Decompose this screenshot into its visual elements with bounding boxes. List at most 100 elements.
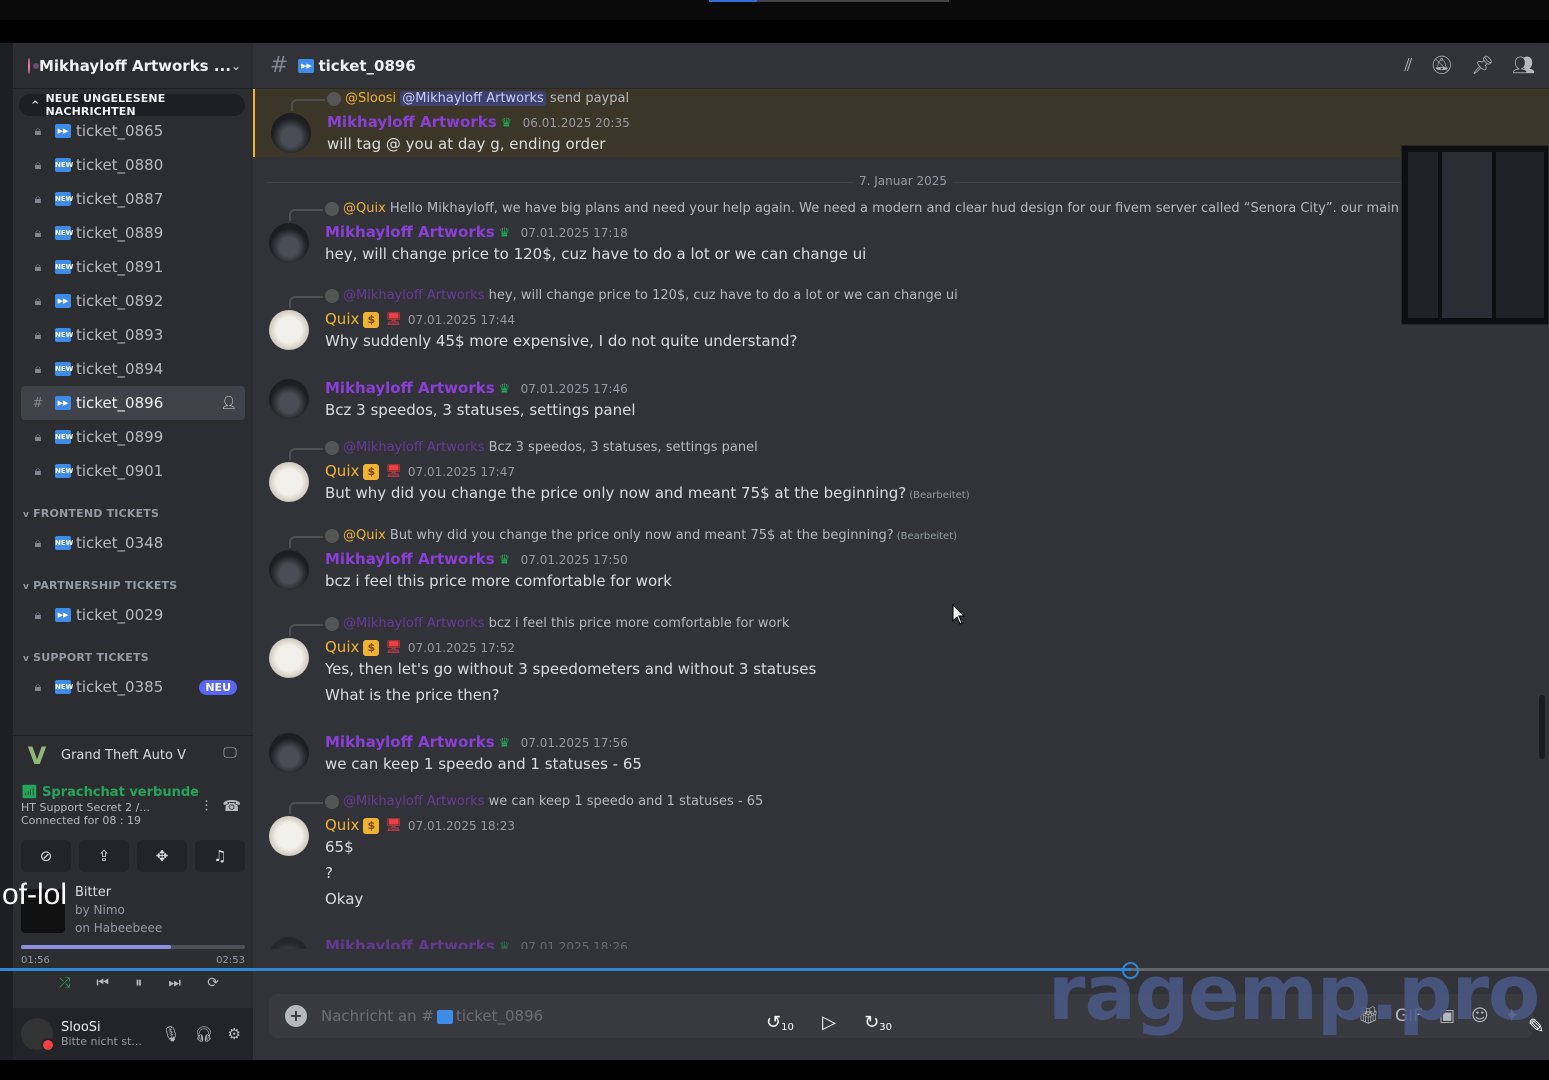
channel-item[interactable]: 🔒︎ NEW ticket_0894 <box>21 352 245 386</box>
category-frontend[interactable]: v FRONTEND TICKETS <box>21 488 245 526</box>
screen-share-button[interactable]: ⇪ <box>79 840 129 872</box>
message-author[interactable]: Mikhayloff Artworks ♛ 07.01.2025 17:18 <box>325 223 628 241</box>
reply-text: we can keep 1 speedo and 1 statuses - 65 <box>488 794 764 809</box>
channel-item[interactable]: 🔒︎ NEW ticket_0893 <box>21 318 245 352</box>
microphone-icon[interactable]: 🎙︎ <box>161 1025 180 1043</box>
attach-plus-icon[interactable]: + <box>285 1005 307 1027</box>
avatar[interactable] <box>269 550 309 590</box>
reply-reference[interactable]: @Quix Hello Mikhayloff, we have big plan… <box>289 201 1504 221</box>
message[interactable]: @Quix Hello Mikhayloff, we have big plan… <box>253 199 1549 269</box>
tab-indicator <box>709 0 757 2</box>
username[interactable]: SlooSi <box>61 1020 142 1035</box>
message[interactable]: @Mikhayloff Artworks we can keep 1 speed… <box>253 792 1549 916</box>
composer-placeholder[interactable]: Nachricht an # ticket_0896 <box>321 1007 543 1025</box>
avatar[interactable] <box>21 1018 55 1052</box>
channel-name: ticket_0894 <box>76 360 164 378</box>
avatar[interactable] <box>269 223 309 263</box>
message-author[interactable]: Quix $ 🖥︎ 07.01.2025 17:47 <box>325 462 515 480</box>
next-icon[interactable]: ⏭ <box>168 975 181 991</box>
lock-icon: 🔒︎ <box>34 430 42 445</box>
game-name: Grand Theft Auto V <box>61 748 186 763</box>
screen-share-preview[interactable] <box>1401 145 1549 325</box>
message-author[interactable]: Quix $ 🖥︎ 07.01.2025 17:52 <box>325 638 515 656</box>
gta-v-logo-icon: V <box>27 741 47 770</box>
gear-icon[interactable]: ⚙ <box>228 1025 241 1043</box>
add-member-icon[interactable]: 👤︎ <box>220 396 237 411</box>
channel-item[interactable]: 🔒︎ ▶▶ ticket_0029 <box>21 598 245 632</box>
rewind-icon[interactable]: ↺10 <box>766 1012 794 1033</box>
avatar[interactable] <box>269 638 309 678</box>
notifications-muted-icon[interactable]: 🔕︎ <box>1430 55 1453 76</box>
message-highlighted[interactable]: @Sloosi @Mikhayloff Artworks send paypal… <box>253 89 1549 157</box>
message[interactable]: @Quix But why did you change the price o… <box>253 526 1549 596</box>
category-support[interactable]: v SUPPORT TICKETS <box>21 632 245 670</box>
message[interactable]: Mikhayloff Artworks ♛ 07.01.2025 17:56 we … <box>253 729 1549 779</box>
threads-icon[interactable]: ⫽ <box>1404 55 1412 76</box>
category-partnership[interactable]: v PARTNERSHIP TICKETS <box>21 560 245 598</box>
stream-game-icon[interactable]: 🖵 <box>219 745 241 767</box>
channel-item-active[interactable]: # ▶▶ ticket_0896 👤︎ <box>21 386 245 420</box>
message[interactable]: @Mikhayloff Artworks Bcz 3 speedos, 3 st… <box>253 438 1549 508</box>
message-author[interactable]: Mikhayloff Artworks ♛ 07.01.2025 18:26 <box>325 937 628 949</box>
avatar[interactable] <box>269 937 309 949</box>
lock-icon: 🔒︎ <box>34 608 42 623</box>
avatar[interactable] <box>269 816 309 856</box>
channel-item[interactable]: 🔒︎ ▶▶ ticket_0892 <box>21 284 245 318</box>
channel-item[interactable]: 🔒︎ NEW ticket_0889 <box>21 216 245 250</box>
channel-title: ticket_0896 <box>318 56 416 75</box>
member-list-icon[interactable]: 👥︎ <box>1512 55 1535 76</box>
channel-item[interactable]: 🔒︎ NEW ticket_0899 <box>21 420 245 454</box>
soundboard-button[interactable]: ♫ <box>195 840 245 872</box>
pencil-icon[interactable]: ✎ <box>1528 1014 1545 1038</box>
message-author[interactable]: Mikhayloff Artworks ♛ 06.01.2025 20:35 <box>327 113 630 131</box>
voice-channel-name[interactable]: HT Support Secret 2 /... <box>21 801 181 814</box>
message[interactable]: Mikhayloff Artworks ♛ 07.01.2025 17:46 Bcz… <box>253 375 1549 425</box>
channel-item[interactable]: 🔒︎ NEW ticket_0887 <box>21 182 245 216</box>
track-progress[interactable] <box>21 945 245 949</box>
channel-item[interactable]: 🔒︎ NEW ticket_0901 <box>21 454 245 488</box>
avatar[interactable] <box>269 733 309 773</box>
activities-button[interactable]: ✥ <box>137 840 187 872</box>
user-status: Bitte nicht st... <box>61 1035 142 1048</box>
repeat-icon[interactable]: ⟳ <box>207 975 219 991</box>
reply-reference[interactable]: @Mikhayloff Artworks bcz i feel this pri… <box>289 616 789 636</box>
pause-icon[interactable]: ⏸ <box>135 975 142 991</box>
message[interactable]: @Mikhayloff Artworks hey, will change pr… <box>253 286 1549 356</box>
pin-icon[interactable]: 📌︎ <box>1471 55 1494 76</box>
play-icon[interactable]: ▷ <box>822 1012 836 1033</box>
message[interactable]: Mikhayloff Artworks♛07.01.2025 18:26 yap… <box>253 933 1549 949</box>
disconnect-icon[interactable]: ☎ <box>222 797 241 815</box>
reply-reference[interactable]: @Sloosi @Mikhayloff Artworks send paypal <box>291 91 629 111</box>
channel-item[interactable]: 🔒︎ ▶▶ ticket_0865 <box>21 114 245 148</box>
chevron-down-icon[interactable]: ⌄ <box>231 59 241 73</box>
fast-forward-icon[interactable]: ↻30 <box>864 1012 892 1033</box>
scrollbar[interactable] <box>1539 695 1545 759</box>
previous-icon[interactable]: ⏮ <box>96 975 109 991</box>
noise-suppression-icon[interactable]: ⫶ <box>205 797 209 815</box>
avatar[interactable] <box>269 379 309 419</box>
channel-item[interactable]: 🔒︎ NEW ticket_0891 <box>21 250 245 284</box>
crown-icon: ♛ <box>498 381 511 397</box>
reply-reference[interactable]: @Mikhayloff Artworks hey, will change pr… <box>289 288 958 308</box>
message-author[interactable]: Mikhayloff Artworks ♛ 07.01.2025 17:46 <box>325 379 628 397</box>
mention[interactable]: @Mikhayloff Artworks <box>400 91 546 106</box>
channel-item[interactable]: 🔒︎ NEW ticket_0385 NEU <box>21 670 245 704</box>
shuffle-icon[interactable]: ⤮ <box>59 975 70 991</box>
message-author[interactable]: Mikhayloff Artworks ♛ 07.01.2025 17:56 <box>325 733 628 751</box>
headphones-icon[interactable]: 🎧︎ <box>195 1025 214 1043</box>
message[interactable]: @Mikhayloff Artworks bcz i feel this pri… <box>253 614 1549 710</box>
channel-item[interactable]: 🔒︎ NEW ticket_0880 <box>21 148 245 182</box>
unread-messages-pill[interactable]: ^ NEUE UNGELESENE NACHRICHTEN <box>19 92 245 118</box>
server-header[interactable]: Mikhayloff Artworks ... ⌄ <box>13 43 253 89</box>
message-author[interactable]: Quix $ 🖥︎ 07.01.2025 18:23 <box>325 816 515 834</box>
message-author[interactable]: Mikhayloff Artworks ♛ 07.01.2025 17:50 <box>325 550 628 568</box>
message-author[interactable]: Quix $ 🖥︎ 07.01.2025 17:44 <box>325 310 515 328</box>
reply-reference[interactable]: @Quix But why did you change the price o… <box>289 528 957 548</box>
avatar[interactable] <box>271 113 311 153</box>
channel-item[interactable]: 🔒︎ NEW ticket_0348 <box>21 526 245 560</box>
avatar[interactable] <box>269 310 309 350</box>
reply-reference[interactable]: @Mikhayloff Artworks Bcz 3 speedos, 3 st… <box>289 440 758 460</box>
camera-off-button[interactable]: ⊘ <box>21 840 71 872</box>
reply-reference[interactable]: @Mikhayloff Artworks we can keep 1 speed… <box>289 794 764 814</box>
avatar[interactable] <box>269 462 309 502</box>
